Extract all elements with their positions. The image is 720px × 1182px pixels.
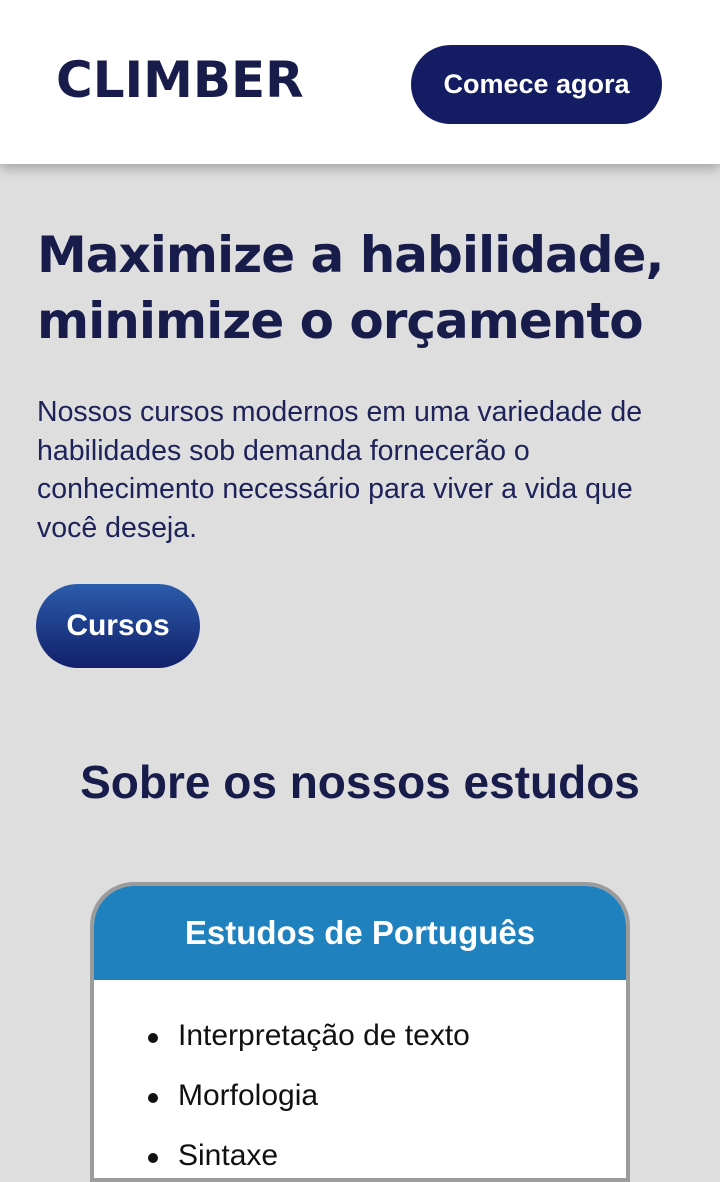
hero-title: Maximize a habilidade, minimize o orçame…: [37, 222, 697, 354]
brand-logo[interactable]: CLIMBER: [56, 52, 304, 108]
about-section-title: Sobre os nossos estudos: [80, 756, 640, 808]
courses-button[interactable]: Cursos: [36, 584, 200, 668]
hero-title-line-2: minimize o orçamento: [37, 292, 644, 350]
study-card-title: Estudos de Português: [94, 886, 626, 980]
bullet-icon: [148, 1033, 158, 1043]
list-item: Morfologia: [148, 1066, 626, 1126]
study-topic-list: Interpretação de texto Morfologia Sintax…: [94, 980, 626, 1178]
list-item-label: Interpretação de texto: [178, 1019, 470, 1052]
bullet-icon: [148, 1153, 158, 1163]
start-now-button[interactable]: Comece agora: [411, 45, 662, 124]
bullet-icon: [148, 1093, 158, 1103]
list-item: Sintaxe: [148, 1126, 626, 1178]
site-header: CLIMBER Comece agora: [0, 0, 720, 164]
list-item-label: Sintaxe: [178, 1139, 279, 1172]
hero-title-line-1: Maximize a habilidade,: [37, 226, 664, 284]
list-item: Interpretação de texto: [148, 1006, 626, 1066]
list-item-label: Morfologia: [178, 1079, 319, 1112]
hero-description: Nossos cursos modernos em uma variedade …: [37, 396, 643, 544]
study-card-portuguese: Estudos de Português Interpretação de te…: [90, 882, 630, 1182]
